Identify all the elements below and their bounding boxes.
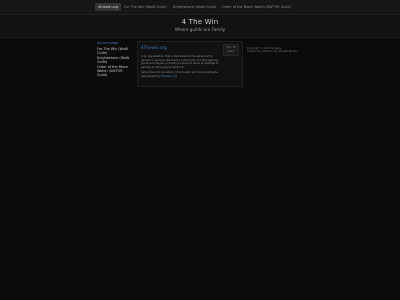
nav-item-order-black-watch[interactable]: Order of the Black Watch (SWTOR Guild) xyxy=(219,3,294,11)
site-tagline: Where guilds are Family xyxy=(174,27,226,32)
sidebar-link-order-black-watch[interactable]: Order of the Black Watch (SWTOR Guild) xyxy=(97,65,133,77)
date-year: 2013 xyxy=(227,49,235,53)
top-navigation: 4thewin.org For The Win (WoW Guild) Knig… xyxy=(95,3,294,11)
post-card: 4Thewin.org Feb 18 2013 is an organizati… xyxy=(137,41,243,87)
sidebar: Active page For The Win (WoW Guild) Knig… xyxy=(97,41,133,78)
post-paragraph-1: is an organization that is dedicated to … xyxy=(141,55,219,69)
nav-item-knightwhere[interactable]: Knightwhere (WoW Guild) xyxy=(170,3,220,11)
right-column: Copyright © 2013 Pangaea Powered by 4the… xyxy=(247,47,298,54)
site-title[interactable]: 4 The Win xyxy=(0,18,400,26)
sidebar-heading: Active page xyxy=(97,41,119,45)
nav-item-for-the-win[interactable]: For The Win (WoW Guild) xyxy=(121,3,169,11)
top-bar: 4thewin.org For The Win (WoW Guild) Knig… xyxy=(0,0,400,15)
post-link[interactable]: 4thewin.org xyxy=(162,75,177,78)
powered-by-text: Powered by 4thewin.org Website Builder xyxy=(247,50,298,54)
post-paragraph-2: Setup free info provided in the header a… xyxy=(141,71,221,78)
nav-item-4thewin[interactable]: 4thewin.org xyxy=(95,3,122,11)
sidebar-link-knightwhere[interactable]: Knightwhere (WoW Guild) xyxy=(97,56,133,64)
post-paragraph-2-text: Setup free info provided in the header a… xyxy=(141,71,219,78)
post-body: is an organization that is dedicated to … xyxy=(141,55,221,81)
site-header: 4 The Win Where guilds are Family xyxy=(0,15,400,38)
date-badge: Feb 18 2013 xyxy=(223,44,239,56)
sidebar-link-for-the-win[interactable]: For The Win (WoW Guild) xyxy=(97,47,133,55)
post-title[interactable]: 4Thewin.org xyxy=(141,45,167,50)
